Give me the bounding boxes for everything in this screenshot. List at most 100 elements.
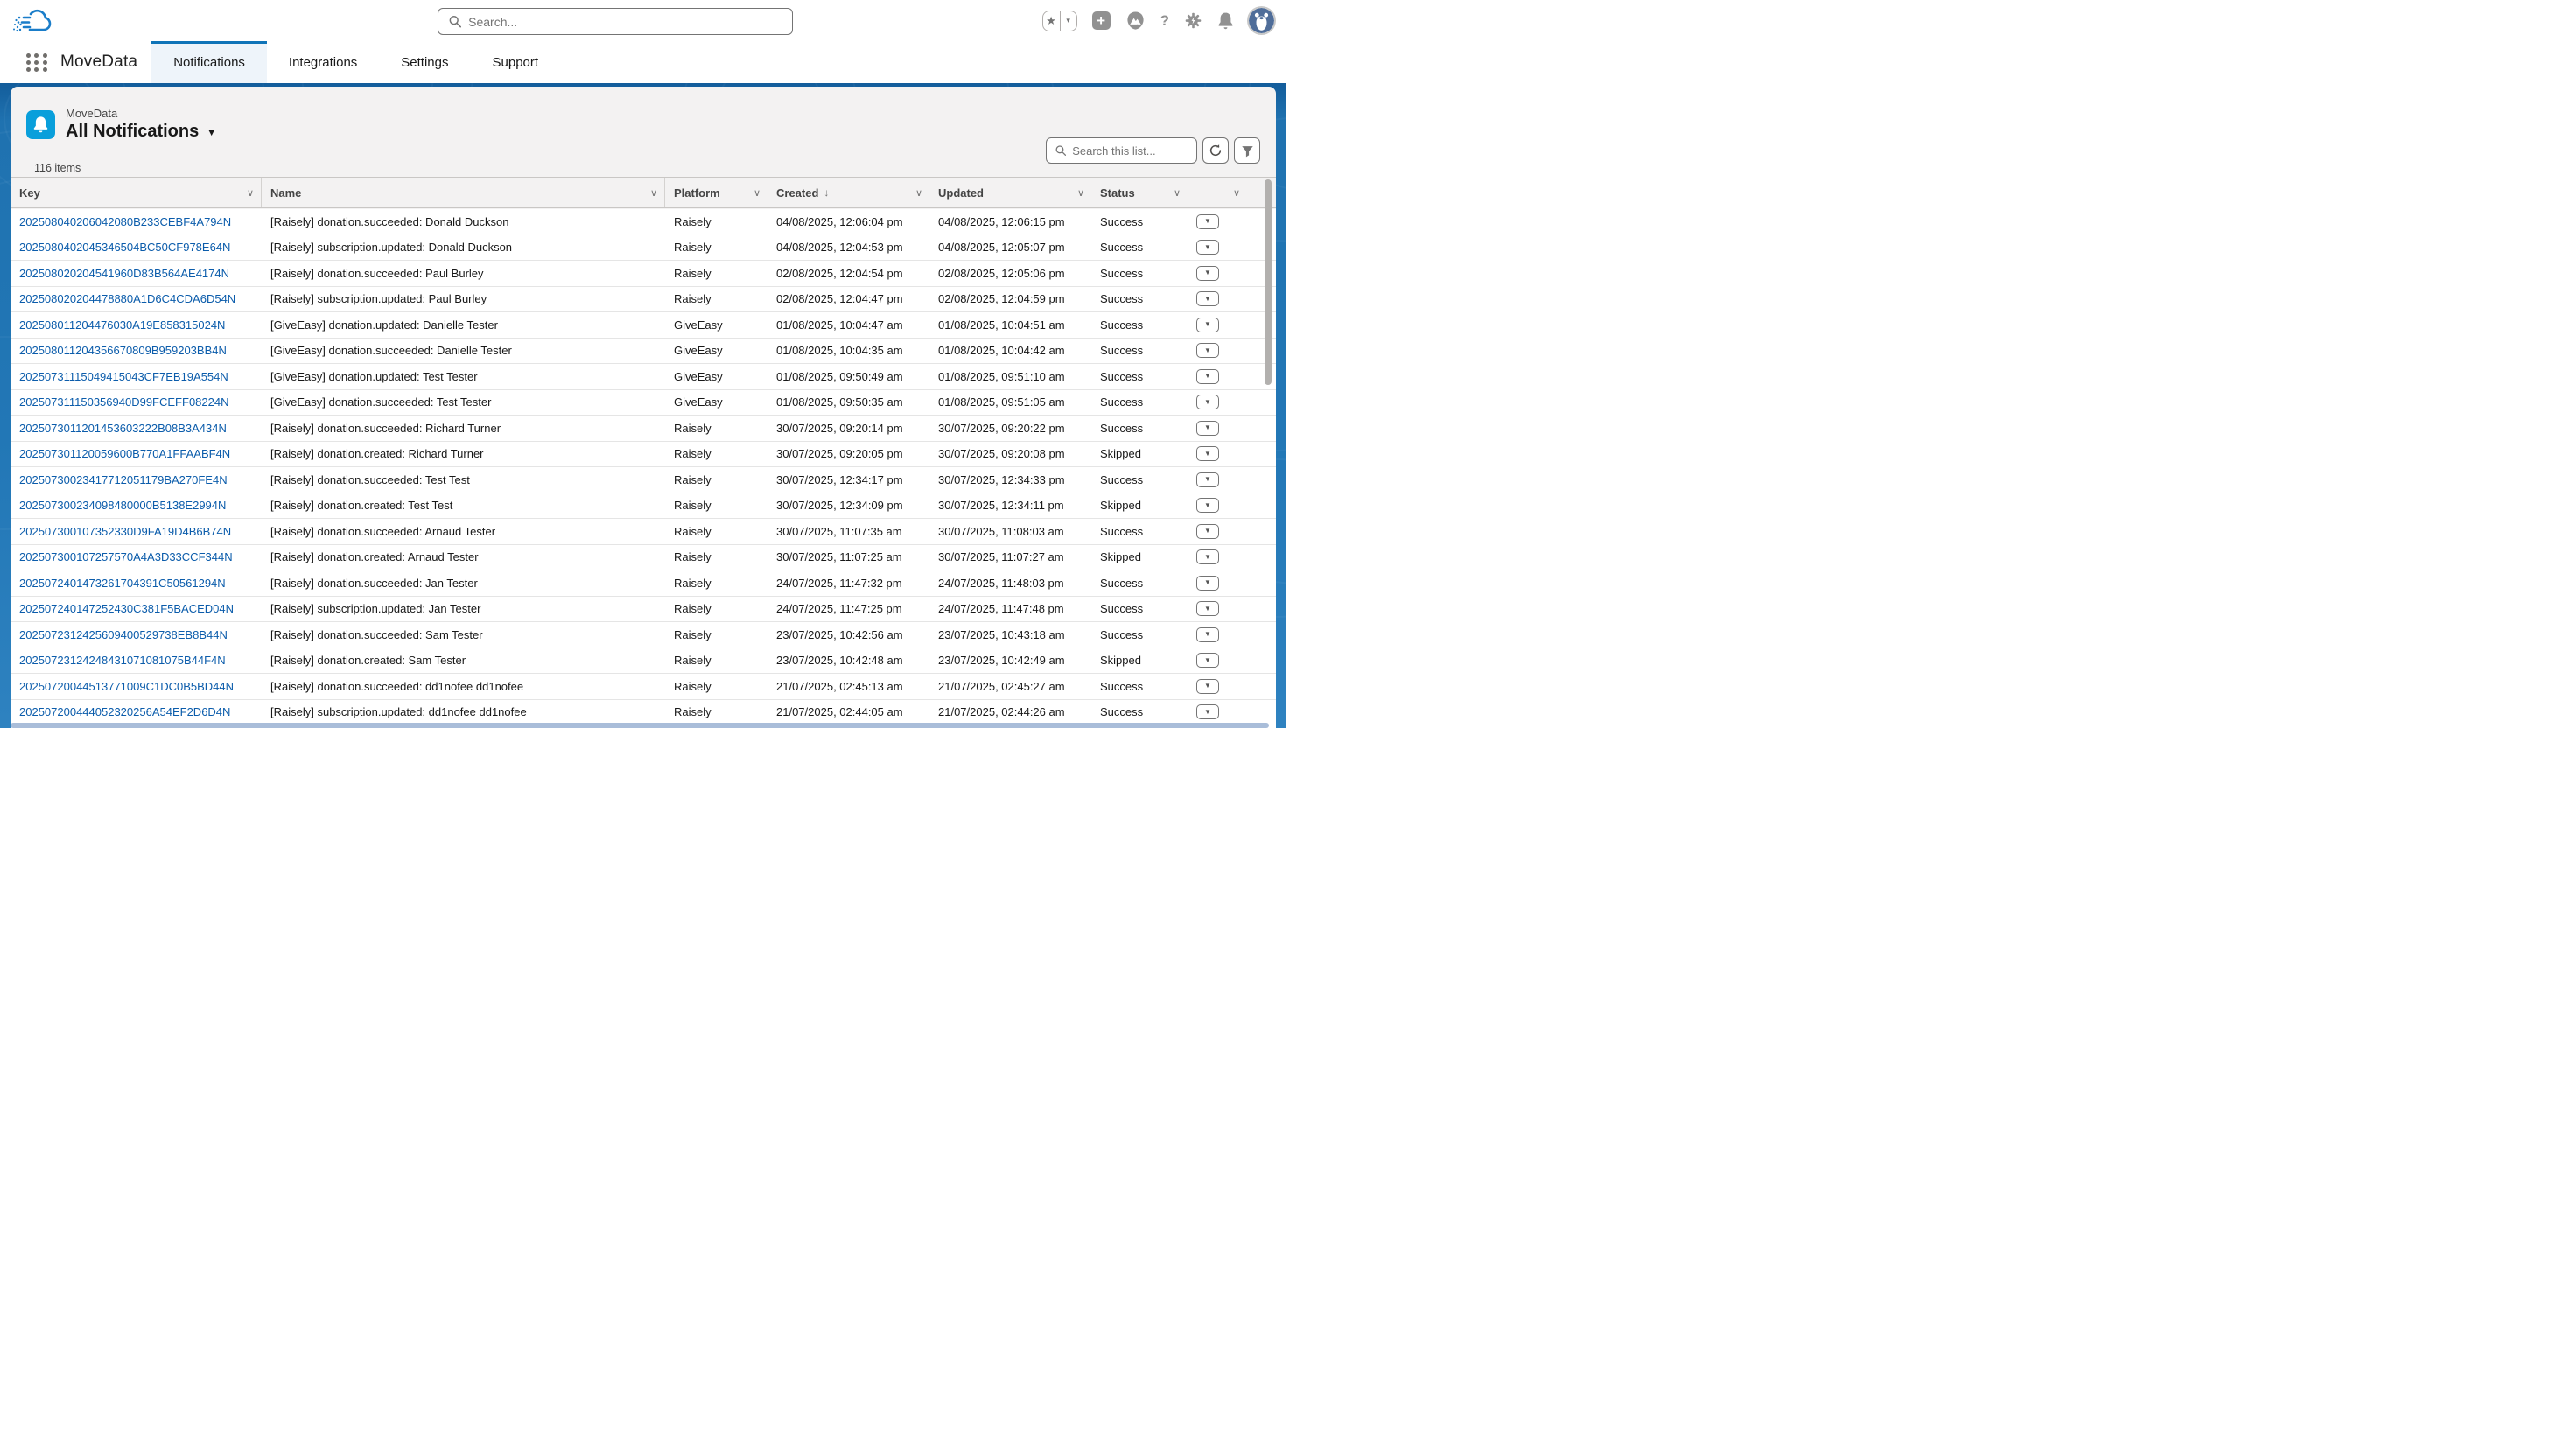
notification-key-link[interactable]: 20250720044513771009C1DC0B5BD44N (19, 680, 234, 693)
column-header-key[interactable]: Key ∨ (11, 178, 262, 207)
notification-key-link[interactable]: 202507300234098480000B5138E2994N (19, 499, 226, 512)
notification-key-link[interactable]: 202508020204478880A1D6C4CDA6D54N (19, 292, 235, 305)
column-header-actions[interactable]: ∨ (1188, 178, 1276, 207)
notification-name: [GiveEasy] donation.succeeded: Danielle … (262, 344, 665, 357)
notification-status: Success (1091, 577, 1188, 590)
vertical-scrollbar-thumb[interactable] (1265, 179, 1272, 385)
notification-created: 01/08/2025, 09:50:35 am (768, 396, 929, 409)
row-actions-button[interactable]: ▼ (1196, 601, 1219, 616)
list-search-input[interactable] (1072, 144, 1188, 158)
chevron-down-icon[interactable]: ∨ (1174, 187, 1181, 199)
notification-key-link[interactable]: 2025072401473261704391C50561294N (19, 577, 226, 590)
row-actions-button[interactable]: ▼ (1196, 318, 1219, 332)
global-actions-button[interactable]: + (1092, 11, 1111, 30)
chevron-down-icon[interactable]: ∨ (754, 187, 761, 199)
chevron-down-icon[interactable]: ∨ (1077, 187, 1084, 199)
row-actions-button[interactable]: ▼ (1196, 576, 1219, 591)
notification-key-link[interactable]: 202508011204476030A19E858315024N (19, 318, 225, 332)
row-actions-button[interactable]: ▼ (1196, 524, 1219, 539)
notification-updated: 30/07/2025, 12:34:33 pm (929, 473, 1091, 486)
row-actions-button[interactable]: ▼ (1196, 369, 1219, 384)
app-launcher-icon[interactable] (25, 51, 48, 74)
refresh-button[interactable] (1202, 137, 1229, 164)
column-header-name[interactable]: Name ∨ (262, 178, 665, 207)
row-actions-button[interactable]: ▼ (1196, 627, 1219, 642)
column-header-updated[interactable]: Updated ∨ (929, 178, 1091, 207)
horizontal-scrollbar-thumb[interactable] (11, 723, 1269, 728)
notification-updated: 21/07/2025, 02:45:27 am (929, 680, 1091, 693)
user-avatar[interactable] (1249, 8, 1274, 33)
row-actions-button[interactable]: ▼ (1196, 240, 1219, 255)
row-actions-button[interactable]: ▼ (1196, 421, 1219, 436)
favorites-button-group[interactable]: ★ ▾ (1042, 10, 1077, 32)
tab-settings[interactable]: Settings (379, 41, 470, 83)
notification-key-link[interactable]: 202508020204541960D83B564AE4174N (19, 267, 229, 280)
list-search[interactable] (1046, 137, 1197, 164)
notification-key-link[interactable]: 20250731115049415043CF7EB19A554N (19, 370, 228, 383)
table-row: 202508020204541960D83B564AE4174N [Raisel… (11, 261, 1276, 287)
notification-status: Success (1091, 680, 1188, 693)
row-actions-button[interactable]: ▼ (1196, 679, 1219, 694)
notification-key-link[interactable]: 202507300107257570A4A3D33CCF344N (19, 550, 233, 564)
global-search-input[interactable] (468, 15, 782, 29)
notification-platform: Raisely (665, 628, 768, 641)
row-actions-button[interactable]: ▼ (1196, 343, 1219, 358)
notification-status: Success (1091, 318, 1188, 332)
notification-key-link[interactable]: 202507301120059600B770A1FFAABF4N (19, 447, 230, 460)
list-view-selector-caret-icon[interactable]: ▼ (207, 125, 216, 138)
help-icon[interactable]: ? (1160, 12, 1169, 30)
row-actions-button[interactable]: ▼ (1196, 498, 1219, 513)
column-header-platform[interactable]: Platform ∨ (665, 178, 768, 207)
notification-status: Skipped (1091, 499, 1188, 512)
global-search[interactable] (438, 8, 793, 35)
notification-key-link[interactable]: 202507300107352330D9FA19D4B6B74N (19, 525, 231, 538)
chevron-down-icon[interactable]: ∨ (650, 187, 657, 199)
row-actions-button[interactable]: ▼ (1196, 291, 1219, 306)
filter-button[interactable] (1234, 137, 1260, 164)
notification-key-link[interactable]: 2025072312425609400529738EB8B44N (19, 628, 228, 641)
tab-notifications[interactable]: Notifications (151, 41, 267, 83)
row-actions-button[interactable]: ▼ (1196, 704, 1219, 719)
notification-key-link[interactable]: 202508011204356670809B959203BB4N (19, 344, 227, 357)
row-actions-button[interactable]: ▼ (1196, 446, 1219, 461)
tab-integrations[interactable]: Integrations (267, 41, 379, 83)
chevron-down-icon[interactable]: ∨ (915, 187, 922, 199)
notification-key-link[interactable]: 20250730023417712051179BA270FE4N (19, 473, 228, 486)
row-actions-button[interactable]: ▼ (1196, 472, 1219, 487)
notification-name: [Raisely] donation.succeeded: Arnaud Tes… (262, 525, 665, 538)
notification-platform: Raisely (665, 422, 768, 435)
table-row: 2025072401473261704391C50561294N [Raisel… (11, 570, 1276, 597)
column-header-created[interactable]: Created ↓ ∨ (768, 178, 929, 207)
notification-name: [Raisely] donation.created: Richard Turn… (262, 447, 665, 460)
tab-support[interactable]: Support (471, 41, 561, 83)
chevron-down-icon[interactable]: ∨ (247, 187, 254, 199)
notification-status: Success (1091, 396, 1188, 409)
notification-key-link[interactable]: 202507311150356940D99FCEFF08224N (19, 396, 228, 409)
row-actions-button[interactable]: ▼ (1196, 550, 1219, 564)
row-actions-button[interactable]: ▼ (1196, 653, 1219, 668)
notification-key-link[interactable]: 202507240147252430C381F5BACED04N (19, 602, 234, 615)
notification-key-link[interactable]: 202508040206042080B233CEBF4A794N (19, 215, 231, 228)
setup-gear-icon[interactable] (1184, 11, 1202, 30)
notification-key-link[interactable]: 20250723124248431071081075B44F4N (19, 654, 226, 667)
notification-updated: 01/08/2025, 10:04:51 am (929, 318, 1091, 332)
notification-key-link[interactable]: 2025080402045346504BC50CF978E64N (19, 241, 230, 254)
notification-key-link[interactable]: 202507200444052320256A54EF2D6D4N (19, 705, 230, 718)
notification-platform: GiveEasy (665, 396, 768, 409)
column-header-status[interactable]: Status ∨ (1091, 178, 1188, 207)
row-actions-button[interactable]: ▼ (1196, 266, 1219, 281)
favorites-star-icon[interactable]: ★ (1043, 11, 1060, 31)
notification-updated: 21/07/2025, 02:44:26 am (929, 705, 1091, 718)
chevron-down-icon[interactable]: ∨ (1233, 187, 1240, 199)
notification-updated: 24/07/2025, 11:48:03 pm (929, 577, 1091, 590)
row-actions-button[interactable]: ▼ (1196, 395, 1219, 410)
caret-down-icon: ▼ (1204, 399, 1211, 406)
favorites-caret-icon[interactable]: ▾ (1060, 11, 1076, 31)
trailhead-icon[interactable] (1125, 10, 1146, 31)
row-actions-button[interactable]: ▼ (1196, 214, 1219, 229)
table-row: 202508020204478880A1D6C4CDA6D54N [Raisel… (11, 287, 1276, 313)
notification-created: 30/07/2025, 12:34:09 pm (768, 499, 929, 512)
notification-key-link[interactable]: 2025073011201453603222B08B3A434N (19, 422, 227, 435)
notification-name: [Raisely] subscription.updated: Donald D… (262, 241, 665, 254)
notifications-bell-icon[interactable] (1217, 11, 1234, 30)
